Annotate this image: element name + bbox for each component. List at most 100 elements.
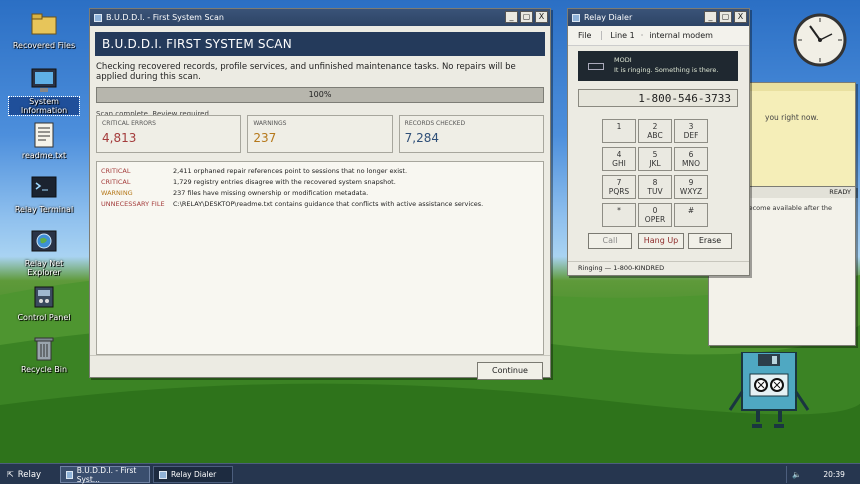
buddi-mascot[interactable] xyxy=(728,351,818,434)
scan-progress-bar: 100% xyxy=(96,87,544,103)
stat-label: RECORDS CHECKED xyxy=(404,120,466,127)
dialer-lcd: MODI It is ringing. Something is there. xyxy=(578,51,738,81)
minimize-button[interactable]: _ xyxy=(505,11,518,23)
monitor-icon xyxy=(31,68,57,94)
log-severity: CRITICAL xyxy=(101,177,131,186)
key-5[interactable]: 5 JKL xyxy=(638,147,672,171)
taskbar-item-dialer[interactable]: Relay Dialer xyxy=(153,466,233,483)
taskbar: ⇱ Relay B.U.D.D.I. - First Syst... Relay… xyxy=(0,463,860,484)
desktop-icon-recovered-files[interactable]: Recovered Files xyxy=(9,12,79,50)
desktop-icon-label: readme.txt xyxy=(21,151,67,160)
key-4[interactable]: 4 GHI xyxy=(602,147,636,171)
key-hash[interactable]: # xyxy=(674,203,708,227)
minimize-button[interactable]: _ xyxy=(704,11,717,23)
dialer-menu: File Line 1 · internal modem xyxy=(568,26,749,46)
app-icon xyxy=(159,470,167,479)
key-star[interactable]: * xyxy=(602,203,636,227)
device-label: internal modem xyxy=(649,31,713,40)
lcd-label: MODI xyxy=(614,56,632,64)
log-message: 1,729 registry entries disagree with the… xyxy=(173,177,396,186)
system-tray: 🔈 20:39 xyxy=(786,466,858,483)
close-button[interactable]: X xyxy=(535,11,548,23)
key-letters: GHI xyxy=(612,159,626,168)
key-3[interactable]: 3 DEF xyxy=(674,119,708,143)
key-8[interactable]: 8 TUV xyxy=(638,175,672,199)
key-number: 8 xyxy=(652,178,658,187)
scan-description: Checking recovered records, profile serv… xyxy=(96,62,516,82)
window-title: Relay Dialer xyxy=(584,13,633,22)
buddi-scan-window[interactable]: B.U.D.D.I. - First System Scan _ ▢ X B.U… xyxy=(89,8,551,380)
task-label: Relay Dialer xyxy=(171,470,217,479)
taskbar-item-scan[interactable]: B.U.D.D.I. - First Syst... xyxy=(60,465,150,484)
start-icon: ⇱ xyxy=(7,470,14,479)
close-button[interactable]: X xyxy=(734,11,747,23)
key-7[interactable]: 7 PQRS xyxy=(602,175,636,199)
scan-header: B.U.D.D.I. FIRST SYSTEM SCAN xyxy=(95,32,545,56)
menu-file[interactable]: File xyxy=(568,31,603,40)
key-number: 0 xyxy=(652,206,658,215)
hang-up-button[interactable]: Hang Up xyxy=(638,233,684,249)
log-row: CRITICAL 1,729 registry entries disagree… xyxy=(101,176,539,187)
key-letters: PQRS xyxy=(608,187,630,196)
erase-button[interactable]: Erase xyxy=(688,233,732,249)
desktop-icon-system-information[interactable]: System Information xyxy=(8,68,80,116)
start-button[interactable]: ⇱ Relay xyxy=(2,466,54,483)
call-button[interactable]: Call xyxy=(588,233,632,249)
log-message: 2,411 orphaned repair references point t… xyxy=(173,166,408,175)
key-number: 3 xyxy=(688,122,694,131)
key-6[interactable]: 6 MNO xyxy=(674,147,708,171)
scan-footer: Continue xyxy=(90,355,550,383)
desktop-icon-label: System Information xyxy=(8,96,80,116)
desktop-icon-label: Relay Terminal xyxy=(14,205,74,214)
scan-log[interactable]: CRITICAL 2,411 orphaned repair reference… xyxy=(96,161,544,355)
key-number: 1 xyxy=(616,122,622,131)
key-9[interactable]: 9 WXYZ xyxy=(674,175,708,199)
key-letters: WXYZ xyxy=(679,187,703,196)
relay-dialer-window[interactable]: Relay Dialer _ ▢ X File Line 1 · interna… xyxy=(567,8,750,276)
stat-warnings: WARNINGS 237 xyxy=(247,115,393,153)
clock-icon xyxy=(793,13,847,67)
task-label: B.U.D.D.I. - First Syst... xyxy=(76,465,137,484)
key-letters: OPER xyxy=(644,215,666,224)
key-letters: TUV xyxy=(647,187,663,196)
log-severity: UNNECESSARY FILE xyxy=(101,199,165,208)
desktop-icon-relay-net-explorer[interactable]: Relay Net Explorer xyxy=(9,230,79,277)
dialer-status: Ringing — 1-800-KINDRED xyxy=(568,261,749,275)
folder-icon xyxy=(31,12,57,38)
key-number: 6 xyxy=(688,150,694,159)
window-title: B.U.D.D.I. - First System Scan xyxy=(106,13,224,22)
desktop-clock xyxy=(792,12,848,68)
number-display[interactable]: 1-800-546-3733 xyxy=(578,89,738,107)
scan-titlebar[interactable]: B.U.D.D.I. - First System Scan _ ▢ X xyxy=(90,9,550,26)
terminal-icon xyxy=(31,176,57,202)
key-letters: JKL xyxy=(649,159,661,168)
desktop-icon-relay-terminal[interactable]: Relay Terminal xyxy=(9,176,79,214)
desktop-icon-label: Recovered Files xyxy=(12,41,76,50)
line-selector[interactable]: Line 1 xyxy=(602,31,640,40)
desktop-icon-control-panel[interactable]: Control Panel xyxy=(9,284,79,322)
lcd-message: It is ringing. Something is there. xyxy=(614,66,719,74)
continue-button[interactable]: Continue xyxy=(477,362,543,380)
dialer-titlebar[interactable]: Relay Dialer _ ▢ X xyxy=(568,9,749,26)
stat-label: WARNINGS xyxy=(253,120,287,127)
key-2[interactable]: 2 ABC xyxy=(638,119,672,143)
desktop-icon-recycle-bin[interactable]: Recycle Bin xyxy=(9,336,79,374)
app-icon xyxy=(572,13,580,22)
key-number: 4 xyxy=(616,150,622,159)
log-severity: CRITICAL xyxy=(101,166,131,175)
key-number: # xyxy=(687,206,695,215)
key-letters: DEF xyxy=(683,131,699,140)
key-number: 7 xyxy=(616,178,622,187)
desktop-icon-readme[interactable]: readme.txt xyxy=(9,122,79,160)
maximize-button[interactable]: ▢ xyxy=(719,11,732,23)
log-row: UNNECESSARY FILE C:\RELAY\DESKTOP\readme… xyxy=(101,198,539,209)
log-message: 237 files have missing ownership or modi… xyxy=(173,188,369,197)
key-1[interactable]: 1 xyxy=(602,119,636,143)
key-0[interactable]: 0 OPER xyxy=(638,203,672,227)
stat-records-checked: RECORDS CHECKED 7,284 xyxy=(398,115,544,153)
key-number: 2 xyxy=(652,122,658,131)
maximize-button[interactable]: ▢ xyxy=(520,11,533,23)
key-letters: ABC xyxy=(647,131,663,140)
stat-value: 4,813 xyxy=(102,131,137,145)
speaker-icon[interactable]: 🔈 xyxy=(792,470,801,479)
